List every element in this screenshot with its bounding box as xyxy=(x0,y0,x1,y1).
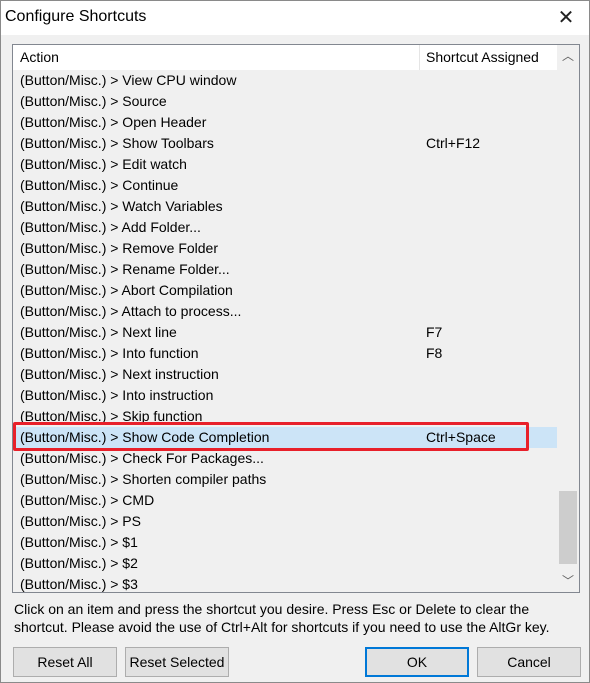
table-row[interactable]: (Button/Misc.) > Into function F8 xyxy=(13,343,557,364)
row-action: (Button/Misc.) > Remove Folder xyxy=(20,240,219,256)
scrollbar-thumb[interactable] xyxy=(559,491,577,564)
table-row[interactable]: (Button/Misc.) > Check For Packages... xyxy=(13,448,557,469)
table-row[interactable]: (Button/Misc.) > $1 xyxy=(13,532,557,553)
cancel-button[interactable]: Cancel xyxy=(477,647,581,677)
row-action: (Button/Misc.) > Attach to process... xyxy=(20,303,242,319)
row-action: (Button/Misc.) > Add Folder... xyxy=(20,219,201,235)
table-row[interactable]: (Button/Misc.) > Attach to process... xyxy=(13,301,557,322)
table-row[interactable]: (Button/Misc.) > Rename Folder... xyxy=(13,259,557,280)
scroll-down-icon[interactable]: ﹀ xyxy=(557,570,579,592)
table-row[interactable]: (Button/Misc.) > View CPU window xyxy=(13,70,557,91)
table-row[interactable]: (Button/Misc.) > Edit watch xyxy=(13,154,557,175)
close-icon[interactable]: ✕ xyxy=(551,4,581,32)
table-row[interactable]: (Button/Misc.) > PS xyxy=(13,511,557,532)
row-action: (Button/Misc.) > Next instruction xyxy=(20,366,219,382)
scroll-up-icon[interactable]: ︿ xyxy=(557,45,579,67)
table-row[interactable]: (Button/Misc.) > Next instruction xyxy=(13,364,557,385)
row-action: (Button/Misc.) > Check For Packages... xyxy=(20,450,264,466)
row-action: (Button/Misc.) > Continue xyxy=(20,177,179,193)
table-row[interactable]: (Button/Misc.) > Continue xyxy=(13,175,557,196)
vertical-scrollbar[interactable]: ︿ ﹀ xyxy=(557,45,579,592)
table-row[interactable]: (Button/Misc.) > Add Folder... xyxy=(13,217,557,238)
row-action: (Button/Misc.) > CMD xyxy=(20,492,155,508)
table-row[interactable]: (Button/Misc.) > Open Header xyxy=(13,112,557,133)
reset-selected-button[interactable]: Reset Selected xyxy=(125,647,229,677)
row-action: (Button/Misc.) > Edit watch xyxy=(20,156,187,172)
column-header-action[interactable]: Action xyxy=(20,49,59,65)
column-header-shortcut[interactable]: Shortcut Assigned xyxy=(426,49,539,65)
row-shortcut: F8 xyxy=(426,345,443,361)
table-row[interactable]: (Button/Misc.) > Into instruction xyxy=(13,385,557,406)
table-row[interactable]: (Button/Misc.) > $3 xyxy=(13,574,557,592)
row-shortcut: Ctrl+F12 xyxy=(426,135,481,151)
window-title: Configure Shortcuts xyxy=(5,8,147,25)
row-action: (Button/Misc.) > $1 xyxy=(20,534,138,550)
row-action: (Button/Misc.) > View CPU window xyxy=(20,72,237,88)
row-action: (Button/Misc.) > Shorten compiler paths xyxy=(20,471,267,487)
row-action: (Button/Misc.) > Show Toolbars xyxy=(20,135,214,151)
row-action: (Button/Misc.) > $3 xyxy=(20,576,138,592)
title-bar: Configure Shortcuts ✕ xyxy=(1,1,589,35)
help-text: Click on an item and press the shortcut … xyxy=(14,601,550,635)
row-action: (Button/Misc.) > Into instruction xyxy=(20,387,214,403)
list-rows: (Button/Misc.) > View CPU window (Button/… xyxy=(13,70,557,592)
row-action: (Button/Misc.) > Into function xyxy=(20,345,199,361)
row-action: (Button/Misc.) > Watch Variables xyxy=(20,198,223,214)
row-action: (Button/Misc.) > Source xyxy=(20,93,167,109)
row-shortcut: F7 xyxy=(426,324,443,340)
table-row[interactable]: (Button/Misc.) > Shorten compiler paths xyxy=(13,469,557,490)
table-row[interactable]: (Button/Misc.) > Watch Variables xyxy=(13,196,557,217)
highlight-annotation-box xyxy=(13,422,529,451)
table-row[interactable]: (Button/Misc.) > Show Toolbars Ctrl+F12 xyxy=(13,133,557,154)
row-action: (Button/Misc.) > PS xyxy=(20,513,141,529)
row-action: (Button/Misc.) > Open Header xyxy=(20,114,207,130)
table-row[interactable]: (Button/Misc.) > Abort Compilation xyxy=(13,280,557,301)
row-action: (Button/Misc.) > Next line xyxy=(20,324,177,340)
reset-all-button[interactable]: Reset All xyxy=(13,647,117,677)
column-divider[interactable] xyxy=(419,45,420,70)
table-row[interactable]: (Button/Misc.) > CMD xyxy=(13,490,557,511)
table-row[interactable]: (Button/Misc.) > $2 xyxy=(13,553,557,574)
row-action: (Button/Misc.) > Abort Compilation xyxy=(20,282,233,298)
table-row[interactable]: (Button/Misc.) > Next line F7 xyxy=(13,322,557,343)
table-row[interactable]: (Button/Misc.) > Source xyxy=(13,91,557,112)
shortcuts-list[interactable]: Action Shortcut Assigned (Button/Misc.) … xyxy=(12,44,580,593)
list-header: Action Shortcut Assigned xyxy=(13,45,557,70)
table-row[interactable]: (Button/Misc.) > Remove Folder xyxy=(13,238,557,259)
row-action: (Button/Misc.) > Rename Folder... xyxy=(20,261,230,277)
ok-button[interactable]: OK xyxy=(365,647,469,677)
row-action: (Button/Misc.) > $2 xyxy=(20,555,138,571)
